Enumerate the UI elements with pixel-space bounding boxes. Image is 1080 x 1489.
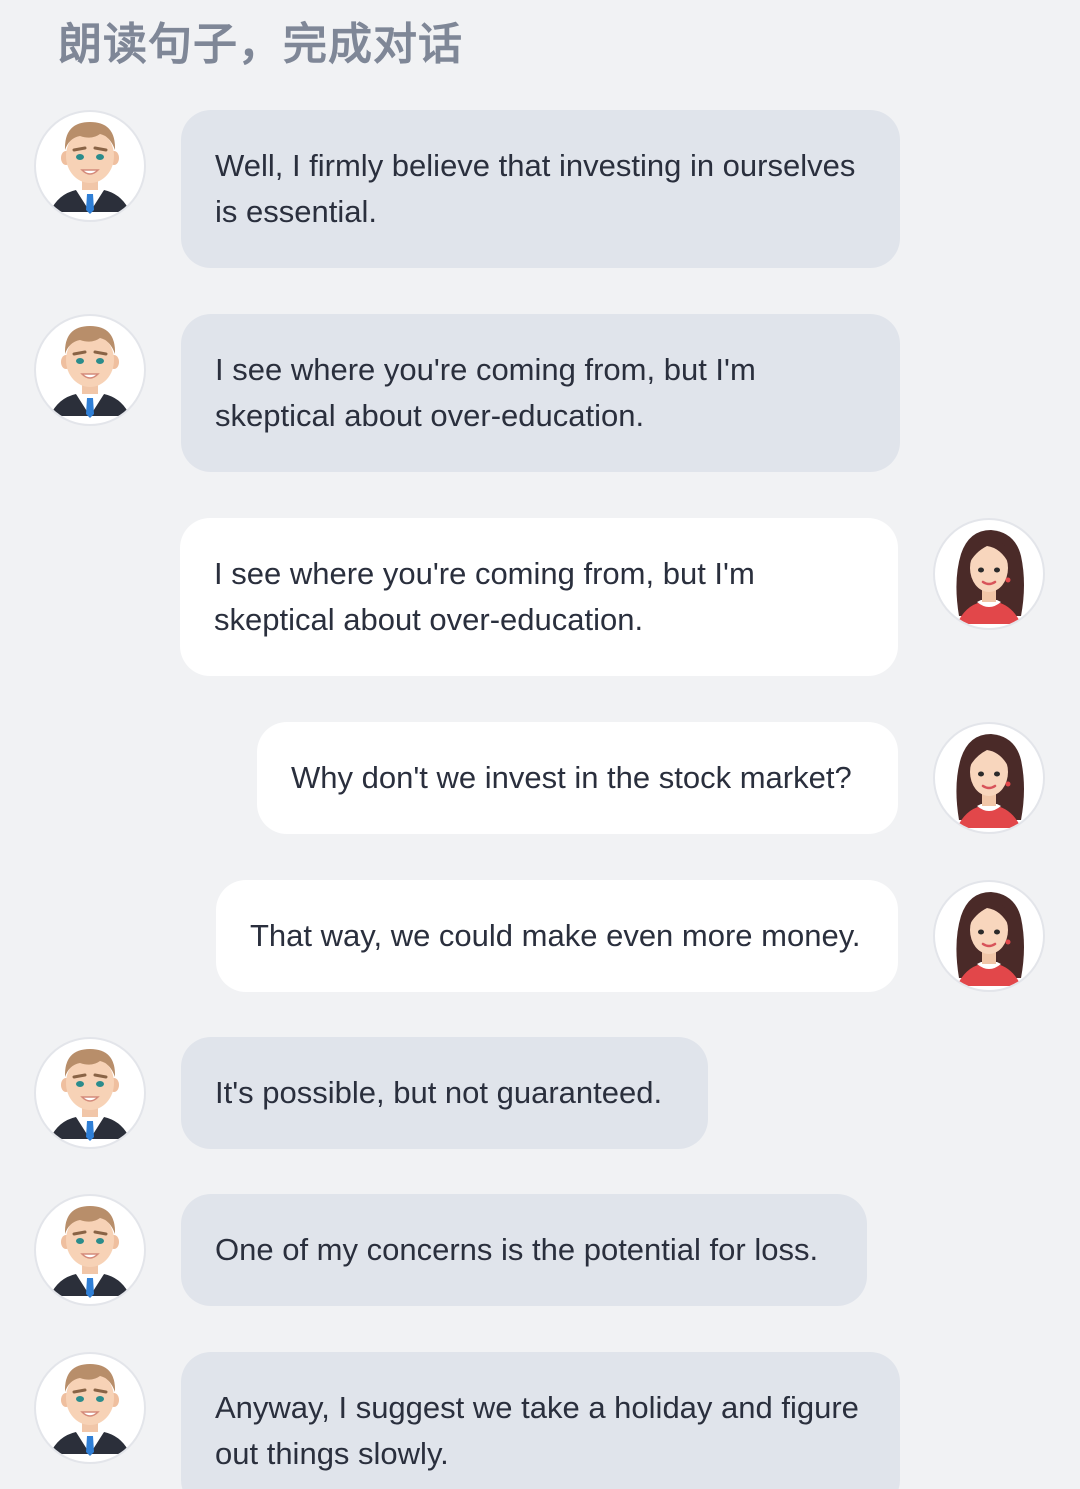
message-bubble[interactable]: One of my concerns is the potential for …	[181, 1194, 867, 1306]
chat-message: I see where you're coming from, but I'm …	[0, 314, 1080, 472]
male-avatar-icon	[34, 1352, 146, 1464]
message-text: That way, we could make even more money.	[250, 918, 861, 953]
message-bubble[interactable]: Anyway, I suggest we take a holiday and …	[181, 1352, 900, 1489]
male-avatar-icon	[34, 1194, 146, 1306]
message-text: Well, I firmly believe that investing in…	[215, 148, 856, 229]
male-avatar-icon	[34, 110, 146, 222]
dialogue-screen: 朗读句子，完成对话 Well, I firmly believe that in…	[0, 0, 1080, 1489]
message-text: It's possible, but not guaranteed.	[215, 1075, 663, 1110]
page-title: 朗读句子，完成对话	[58, 19, 463, 70]
chat-message: I see where you're coming from, but I'm …	[0, 518, 1080, 676]
chat-message: That way, we could make even more money.	[0, 880, 1080, 992]
male-avatar-icon	[34, 314, 146, 426]
chat-message: Well, I firmly believe that investing in…	[0, 110, 1080, 268]
female-avatar-icon	[933, 518, 1045, 630]
chat-message: Why don't we invest in the stock market?	[0, 722, 1080, 834]
message-text: Anyway, I suggest we take a holiday and …	[215, 1390, 859, 1471]
message-text: I see where you're coming from, but I'm …	[214, 556, 755, 637]
message-text: Why don't we invest in the stock market?	[291, 760, 852, 795]
message-bubble[interactable]: Well, I firmly believe that investing in…	[181, 110, 900, 268]
female-avatar-icon	[933, 880, 1045, 992]
male-avatar-icon	[34, 1037, 146, 1149]
message-text: I see where you're coming from, but I'm …	[215, 352, 756, 433]
chat-message: One of my concerns is the potential for …	[0, 1194, 1080, 1306]
female-avatar-icon	[933, 722, 1045, 834]
message-bubble[interactable]: It's possible, but not guaranteed.	[181, 1037, 708, 1149]
message-bubble[interactable]: I see where you're coming from, but I'm …	[181, 314, 900, 472]
message-bubble[interactable]: I see where you're coming from, but I'm …	[180, 518, 898, 676]
message-text: One of my concerns is the potential for …	[215, 1232, 819, 1267]
chat-message: Anyway, I suggest we take a holiday and …	[0, 1352, 1080, 1489]
chat-message: It's possible, but not guaranteed.	[0, 1037, 1080, 1149]
message-bubble[interactable]: Why don't we invest in the stock market?	[257, 722, 898, 834]
message-bubble[interactable]: That way, we could make even more money.	[216, 880, 898, 992]
